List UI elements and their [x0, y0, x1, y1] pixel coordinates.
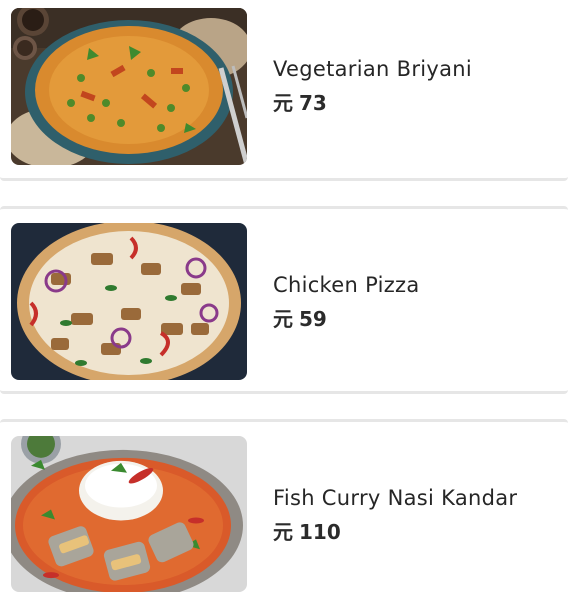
- currency-symbol: 元: [273, 307, 293, 331]
- biryani-plate-image: [11, 8, 247, 165]
- dish-info: Chicken Pizza 元 59: [273, 273, 420, 332]
- dish-name: Vegetarian Briyani: [273, 57, 473, 81]
- menu-item-chicken-pizza[interactable]: Chicken Pizza 元 59: [0, 206, 568, 394]
- price-value: 73: [299, 91, 327, 115]
- price-value: 110: [299, 520, 341, 544]
- currency-symbol: 元: [273, 520, 293, 544]
- fish-curry-image: [11, 436, 247, 592]
- price-value: 59: [299, 307, 327, 331]
- dish-price: 元 110: [273, 516, 517, 545]
- menu-list: Vegetarian Briyani 元 73 Chicken Pizza 元 …: [0, 0, 568, 600]
- dish-name: Fish Curry Nasi Kandar: [273, 486, 518, 510]
- dish-info: Vegetarian Briyani 元 73: [273, 57, 472, 116]
- dish-price: 元 73: [273, 87, 472, 116]
- menu-item-fish-curry-nasi-kandar[interactable]: Fish Curry Nasi Kandar 元 110: [0, 419, 568, 600]
- chicken-pizza-image: [11, 223, 247, 380]
- dish-price: 元 59: [273, 303, 420, 332]
- dish-info: Fish Curry Nasi Kandar 元 110: [273, 486, 517, 545]
- dish-name: Chicken Pizza: [273, 273, 420, 297]
- menu-item-vegetarian-briyani[interactable]: Vegetarian Briyani 元 73: [0, 0, 568, 181]
- currency-symbol: 元: [273, 91, 293, 115]
